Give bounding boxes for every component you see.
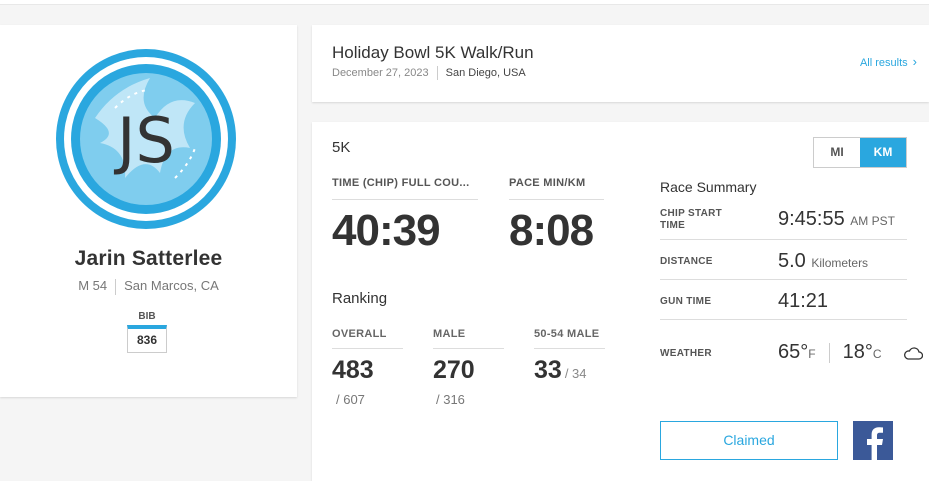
gun-time-label: GUN TIME	[660, 296, 712, 307]
distance-value-group: 5.0 Kilometers	[778, 250, 868, 273]
age-group-divider	[534, 348, 605, 349]
weather-label: WEATHER	[660, 348, 712, 359]
gun-time-value: 41:21	[778, 290, 829, 312]
distance-row: DISTANCE 5.0 Kilometers	[660, 240, 907, 280]
overall-label: OVERALL	[332, 328, 387, 340]
pace-label: PACE MIN/KM	[509, 177, 586, 189]
chip-start-label: CHIP START TIME	[660, 208, 723, 231]
athlete-location: San Marcos, CA	[124, 278, 219, 293]
bib-label: BIB	[138, 311, 156, 322]
pace-value: 8:08	[509, 206, 594, 255]
chip-start-value: 9:45:55	[778, 208, 845, 230]
facebook-icon[interactable]	[853, 421, 893, 460]
distance-unit: Kilometers	[811, 256, 869, 270]
pace-divider	[509, 199, 604, 200]
temp-fahrenheit-unit: F	[808, 347, 816, 361]
chip-start-row: CHIP START TIME 9:45:55 AM PST	[660, 204, 907, 240]
ranking-title: Ranking	[332, 290, 388, 307]
overall-rank: 483	[332, 356, 374, 384]
event-date: December 27, 2023	[332, 66, 429, 79]
claimed-button[interactable]: Claimed	[660, 421, 838, 460]
weather-values: 65°F 18°C	[778, 341, 924, 364]
distance-value: 5.0	[778, 250, 806, 272]
age-group-total: / 34	[564, 366, 587, 381]
weather-row: WEATHER 65°F 18°C	[660, 320, 924, 382]
chevron-right-icon: ›	[912, 54, 917, 69]
athlete-avatar: JS	[56, 49, 236, 229]
chip-start-value-group: 9:45:55 AM PST	[778, 208, 895, 231]
bib-number: 836	[127, 325, 167, 353]
temp-fahrenheit: 65°	[778, 341, 809, 363]
time-label: TIME (CHIP) FULL COU...	[332, 177, 470, 189]
event-header-card: Holiday Bowl 5K Walk/Run December 27, 20…	[312, 25, 929, 102]
temp-celsius: 18°	[842, 341, 873, 363]
race-type: 5K	[332, 139, 351, 156]
gender-rank: 270	[433, 356, 475, 384]
weather-divider	[828, 342, 830, 363]
athlete-meta: M 54 San Marcos, CA	[0, 278, 297, 295]
race-summary-title: Race Summary	[660, 179, 757, 195]
overall-total: / 607	[336, 392, 365, 407]
event-location: San Diego, USA	[445, 66, 526, 79]
meta-divider	[115, 278, 117, 295]
chip-start-suffix: AM PST	[850, 214, 895, 228]
age-group-rank: 33	[534, 356, 562, 384]
time-divider	[332, 199, 478, 200]
athlete-name: Jarin Satterlee	[74, 247, 223, 270]
avatar-initials: JS	[113, 104, 175, 177]
gender-label: MALE	[433, 328, 466, 340]
all-results-label: All results	[859, 57, 908, 69]
gender-divider	[433, 348, 504, 349]
unit-mi-button[interactable]: MI	[814, 138, 860, 167]
gun-time-row: GUN TIME 41:21	[660, 280, 907, 320]
event-divider	[436, 66, 438, 80]
unit-km-button[interactable]: KM	[860, 138, 906, 167]
overall-divider	[332, 348, 403, 349]
top-bar	[0, 0, 929, 5]
result-card: 5K TIME (CHIP) FULL COU... 40:39 PACE MI…	[312, 122, 929, 481]
event-subtitle: December 27, 2023 San Diego, USA	[332, 66, 526, 80]
all-results-link[interactable]: All results ›	[860, 54, 917, 69]
gender-total: / 316	[436, 392, 465, 407]
athlete-card: JS Jarin Satterlee M 54 San Marcos, CA BI…	[0, 25, 297, 397]
distance-label: DISTANCE	[660, 256, 713, 267]
athlete-gender-age: M 54	[78, 278, 108, 293]
cloud-icon	[904, 347, 924, 360]
temp-celsius-unit: C	[872, 347, 882, 361]
unit-toggle: MI KM	[813, 137, 907, 168]
chip-time: 40:39	[332, 206, 441, 255]
event-name[interactable]: Holiday Bowl 5K Walk/Run	[332, 43, 534, 63]
age-group-rank-row: 33/ 34	[534, 356, 587, 385]
age-group-label: 50-54 MALE	[534, 328, 600, 340]
